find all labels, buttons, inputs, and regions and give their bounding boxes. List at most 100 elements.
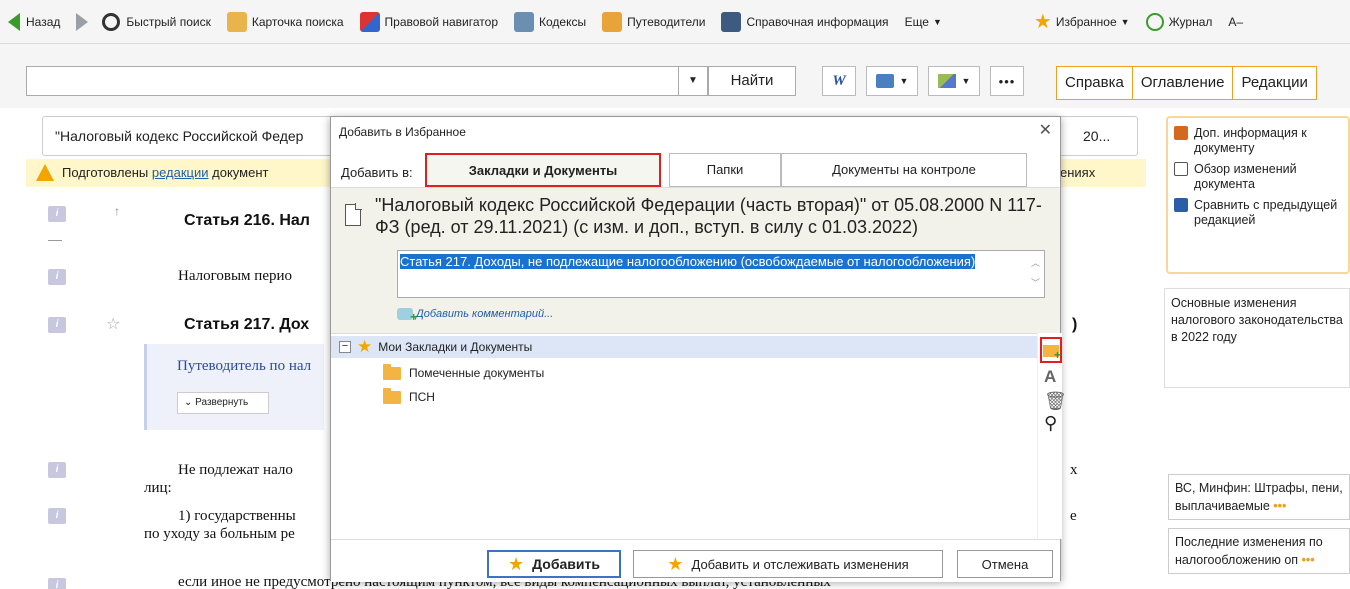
- main-toolbar: Назад Быстрый поиск Карточка поиска Прав…: [0, 0, 1350, 44]
- print-button[interactable]: ▼: [866, 66, 918, 96]
- tab-bookmarks-documents[interactable]: Закладки и Документы: [425, 153, 661, 187]
- signpost-icon: [602, 11, 623, 32]
- font-size-button[interactable]: A–: [1228, 15, 1243, 29]
- document-title: "Налоговый кодекс Российской Федер: [55, 128, 304, 144]
- collapse-icon[interactable]: −: [339, 341, 351, 353]
- reference-button[interactable]: Справочная информация: [721, 11, 889, 32]
- tree-item-psn[interactable]: ПСН: [383, 386, 435, 408]
- chevron-down-icon: ▼: [899, 76, 909, 86]
- tree-item-my-bookmarks[interactable]: − ★ Мои Закладки и Документы: [331, 336, 1037, 358]
- star-outline-icon[interactable]: ☆: [106, 314, 120, 334]
- word-export-icon[interactable]: W: [822, 66, 856, 96]
- news-card-1[interactable]: ВС, Минфин: Штрафы, пени, выплачиваемые …: [1168, 474, 1350, 520]
- warning-tail: ениях: [1060, 165, 1096, 180]
- favorite-document-title: "Налоговый кодекс Российской Федерации (…: [375, 195, 1042, 237]
- add-button-label: Добавить: [532, 556, 600, 572]
- up-arrow-icon[interactable]: ↑: [114, 204, 120, 218]
- tax-changes-note[interactable]: Основные изменения налогового законодате…: [1164, 288, 1350, 388]
- compare-link[interactable]: Сравнить с предыдущей редакцией: [1174, 198, 1342, 228]
- changes-review-link[interactable]: Обзор изменений документа: [1174, 162, 1342, 192]
- journal-button[interactable]: Журнал: [1145, 12, 1212, 31]
- tab-contents[interactable]: Оглавление: [1131, 66, 1234, 100]
- right-panel: Доп. информация к документу Обзор измене…: [1156, 116, 1350, 589]
- info-icon: [1174, 126, 1188, 140]
- find-button[interactable]: Найти: [708, 66, 796, 96]
- news-card-2[interactable]: Последние изменения по налогообложению о…: [1168, 528, 1350, 574]
- legal-navigator-label: Правовой навигатор: [384, 14, 498, 29]
- reference-label: Справочная информация: [746, 14, 889, 29]
- article-217-heading-tail: ): [1072, 316, 1078, 333]
- pen-icon: [937, 74, 956, 88]
- back-button[interactable]: Назад: [8, 12, 60, 31]
- new-folder-button[interactable]: +: [1040, 337, 1062, 363]
- info-badge-icon[interactable]: i: [48, 317, 66, 333]
- forward-arrow-icon[interactable]: [76, 12, 89, 31]
- paragraph-tax-period: Налоговым перио: [178, 268, 293, 284]
- favorites-label: Избранное: [1055, 14, 1117, 29]
- plus-icon: +: [1053, 348, 1061, 362]
- add-comment-label: Добавить комментарий...: [416, 308, 554, 320]
- guide-link[interactable]: Путеводитель по нал: [177, 358, 311, 375]
- tree-item-marked-documents[interactable]: Помеченные документы: [383, 362, 544, 384]
- rename-icon[interactable]: A: [1044, 367, 1056, 387]
- search-card-icon: [226, 11, 247, 32]
- tab-help[interactable]: Справка: [1056, 66, 1133, 100]
- search-card-button[interactable]: Карточка поиска: [226, 11, 344, 32]
- warning-icon: [36, 164, 54, 181]
- right-tabs: Справка Оглавление Редакции: [1056, 66, 1317, 100]
- quick-search-button[interactable]: Быстрый поиск: [102, 12, 211, 31]
- bookmark-folder-tree: − ★ Мои Закладки и Документы Помеченные …: [331, 333, 1037, 539]
- cancel-button[interactable]: Отмена: [957, 550, 1053, 578]
- codes-icon: [514, 11, 534, 32]
- books-icon: [721, 11, 742, 32]
- selected-text: Статья 217. Доходы, не подлежащие налого…: [400, 254, 976, 269]
- info-badge-icon[interactable]: i: [48, 508, 66, 524]
- more-options-icon[interactable]: •••: [990, 66, 1024, 96]
- trash-icon[interactable]: 🗑: [1044, 391, 1067, 411]
- add-comment-link[interactable]: Добавить комментарий...: [397, 308, 554, 324]
- more-menu[interactable]: Еще ▼: [905, 15, 942, 29]
- divider: [48, 240, 62, 241]
- dialog-footer: ★ Добавить ★ Добавить и отслеживать изме…: [331, 539, 1060, 582]
- close-icon[interactable]: ✕: [1039, 121, 1052, 141]
- folder-icon: [383, 363, 401, 380]
- tab-monitored-documents[interactable]: Документы на контроле: [781, 153, 1027, 187]
- edit-button[interactable]: ▼: [928, 66, 980, 96]
- article-217-heading: Статья 217. Дох: [184, 316, 310, 333]
- compare-icon: [1174, 198, 1188, 212]
- info-badge-icon[interactable]: i: [48, 462, 66, 478]
- star-add-icon: ★: [508, 554, 525, 574]
- search-history-dropdown[interactable]: ▼: [678, 66, 708, 96]
- changes-review-label: Обзор изменений документа: [1194, 162, 1297, 191]
- add-and-track-button[interactable]: ★ Добавить и отслеживать изменения: [633, 550, 943, 578]
- search-input[interactable]: [26, 66, 708, 96]
- tab-folders[interactable]: Папки: [669, 153, 781, 187]
- guide-box: Путеводитель по нал ⌄ Развернуть: [144, 344, 324, 430]
- legal-navigator-button[interactable]: Правовой навигатор: [359, 11, 498, 32]
- editions-link[interactable]: редакции: [152, 165, 209, 180]
- info-badge-icon[interactable]: i: [48, 269, 66, 285]
- tree-item-label: Помеченные документы: [409, 366, 545, 380]
- add-button[interactable]: ★ Добавить: [487, 550, 621, 578]
- comment-icon: [397, 308, 417, 324]
- bookmark-text-field[interactable]: Статья 217. Доходы, не подлежащие налого…: [397, 250, 1045, 298]
- binoculars-icon[interactable]: ⚲: [1044, 413, 1057, 433]
- doc-info-link[interactable]: Доп. информация к документу: [1174, 126, 1342, 156]
- guides-button[interactable]: Путеводители: [602, 11, 705, 32]
- favorites-menu[interactable]: ★ Избранное ▼: [1034, 12, 1130, 32]
- tab-editions[interactable]: Редакции: [1232, 66, 1317, 100]
- folder-icon: [383, 387, 401, 404]
- info-badge-icon[interactable]: i: [48, 206, 66, 222]
- add-to-label: Добавить в:: [341, 165, 413, 180]
- scrollbar[interactable]: ︿ ﹀: [1031, 253, 1040, 293]
- codes-button[interactable]: Кодексы: [514, 11, 586, 32]
- paragraph-2: 1) государственны: [178, 508, 296, 524]
- compare-label: Сравнить с предыдущей редакцией: [1194, 198, 1338, 227]
- document-actions-box: Доп. информация к документу Обзор измене…: [1166, 116, 1350, 274]
- info-badge-icon[interactable]: i: [48, 578, 66, 589]
- dialog-header: Добавить в Избранное ✕: [331, 117, 1060, 147]
- more-label: Еще: [904, 14, 929, 29]
- expand-button[interactable]: ⌄ Развернуть: [177, 392, 269, 414]
- search-row: ▼ Найти W ▼ ▼ ••• Справка Оглавление Ред…: [0, 44, 1350, 108]
- chevron-down-icon: ▼: [1120, 16, 1130, 27]
